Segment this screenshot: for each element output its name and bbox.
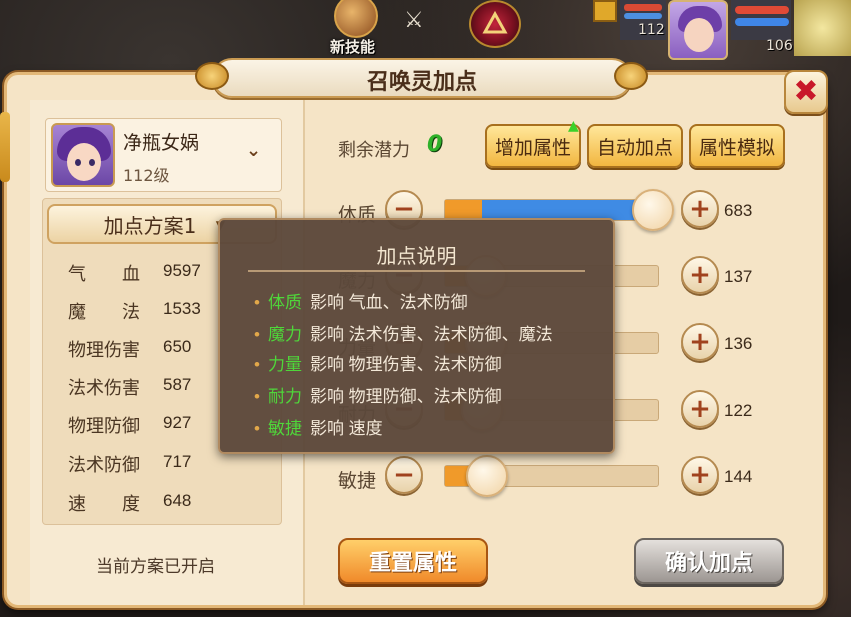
pet-avatar-eye-right: [89, 159, 95, 166]
plus-button[interactable]: +: [681, 256, 719, 294]
tooltip-text: 影响 物理伤害、法术防御: [309, 355, 502, 374]
tooltip-title: 加点说明: [376, 246, 457, 268]
tooltip-row: • 敏捷 影响 速度: [254, 414, 383, 439]
monkey-avatar-icon: [334, 0, 378, 38]
tooltip-row: • 力量 影响 物理伤害、法术防御: [254, 350, 502, 375]
player-level-hud: 106: [766, 38, 793, 54]
avatar-face: [684, 18, 714, 52]
pet-level-hud: 112: [638, 22, 665, 38]
stat-label: 气 血: [68, 264, 140, 284]
tooltip-row: • 魔力 影响 法术伤害、法术防御、魔法: [254, 320, 553, 345]
bullet-icon: •: [254, 325, 260, 344]
attr-value: 137: [724, 267, 753, 286]
sword-icon[interactable]: ⚔: [404, 8, 424, 36]
plus-button[interactable]: +: [681, 456, 719, 494]
tooltip-keyword: 魔力: [267, 325, 302, 344]
plus-button[interactable]: +: [681, 190, 719, 228]
potential-label: 剩余潜力: [338, 140, 410, 160]
attr-value: 136: [724, 334, 753, 353]
new-skill-label: 新技能: [330, 38, 376, 56]
stat-value: 717: [163, 452, 192, 471]
tooltip-text: 影响 速度: [309, 419, 383, 438]
new-skill-hud[interactable]: 新技能: [328, 0, 384, 60]
player-avatar[interactable]: [668, 0, 728, 60]
added-fill: [482, 200, 652, 220]
attr-label-agi: 敏捷: [338, 471, 377, 492]
stat-value: 650: [163, 337, 192, 356]
pet-level: 112级: [123, 166, 170, 185]
simulate-button[interactable]: 属性模拟: [689, 124, 785, 168]
plan-status-text: 当前方案已开启: [96, 557, 215, 576]
player-status-bars[interactable]: [731, 0, 791, 40]
tooltip-keyword: 力量: [267, 355, 302, 374]
pet-name: 净瓶女娲: [123, 133, 200, 154]
auto-add-button[interactable]: 自动加点: [587, 124, 683, 168]
bullet-icon: •: [254, 293, 260, 312]
stat-value: 9597: [163, 261, 201, 280]
tooltip-text: 影响 物理防御、法术防御: [309, 387, 502, 406]
stat-label: 物理伤害: [68, 340, 140, 360]
stat-value: 648: [163, 491, 192, 510]
stat-value: 1533: [163, 299, 201, 318]
tooltip-keyword: 耐力: [267, 387, 302, 406]
player-hp-bar: [735, 6, 789, 14]
gift-box-icon[interactable]: [593, 0, 617, 22]
stat-label: 物理防御: [68, 416, 140, 436]
tooltip-keyword: 体质: [267, 293, 302, 312]
slider-knob[interactable]: [466, 455, 508, 497]
minus-button[interactable]: −: [385, 456, 423, 494]
pet-avatar: [51, 123, 115, 187]
close-button[interactable]: ✖: [784, 70, 828, 114]
bullet-icon: •: [254, 355, 260, 374]
tooltip-row: • 耐力 影响 物理防御、法术防御: [254, 382, 502, 407]
up-arrow-icon: ▲: [568, 118, 579, 134]
pet-mp-bar: [624, 13, 662, 19]
tooltip-row: • 体质 影响 气血、法术防御: [254, 288, 468, 313]
plus-button[interactable]: +: [681, 390, 719, 428]
pet-avatar-face: [67, 143, 101, 181]
reset-button[interactable]: 重置属性: [338, 538, 488, 584]
emblem-icon[interactable]: [469, 0, 521, 48]
attr-value: 144: [724, 467, 753, 486]
plan-tab-label: 加点方案1: [103, 213, 197, 238]
add-attribute-button[interactable]: 增加属性: [485, 124, 581, 168]
base-fill: [445, 200, 482, 220]
confirm-button[interactable]: 确认加点: [634, 538, 784, 584]
cat-pet-icon[interactable]: [794, 0, 851, 56]
stat-value: 927: [163, 413, 192, 432]
bullet-icon: •: [254, 387, 260, 406]
attr-value: 683: [724, 201, 753, 220]
slider-knob[interactable]: [632, 189, 674, 231]
stat-label: 速 度: [68, 494, 140, 514]
potential-value: 0: [427, 132, 443, 157]
tooltip-text: 影响 气血、法术防御: [309, 293, 468, 312]
attr-value: 122: [724, 401, 753, 420]
tooltip-divider: [248, 270, 585, 272]
tooltip-text: 影响 法术伤害、法术防御、魔法: [309, 325, 553, 344]
stat-label: 法术伤害: [68, 378, 140, 398]
tassel-decoration: [0, 112, 10, 182]
plus-button[interactable]: +: [681, 323, 719, 361]
pet-hp-bar: [624, 4, 662, 11]
player-mp-bar: [735, 18, 789, 26]
panel-title: 召唤灵加点: [366, 70, 477, 95]
chevron-down-icon[interactable]: ⌄: [246, 140, 261, 161]
stat-value: 587: [163, 375, 192, 394]
bullet-icon: •: [254, 419, 260, 438]
pet-avatar-eye-left: [75, 159, 81, 166]
stat-label: 魔 法: [68, 302, 140, 322]
stat-label: 法术防御: [68, 455, 140, 475]
tooltip-keyword: 敏捷: [267, 419, 302, 438]
